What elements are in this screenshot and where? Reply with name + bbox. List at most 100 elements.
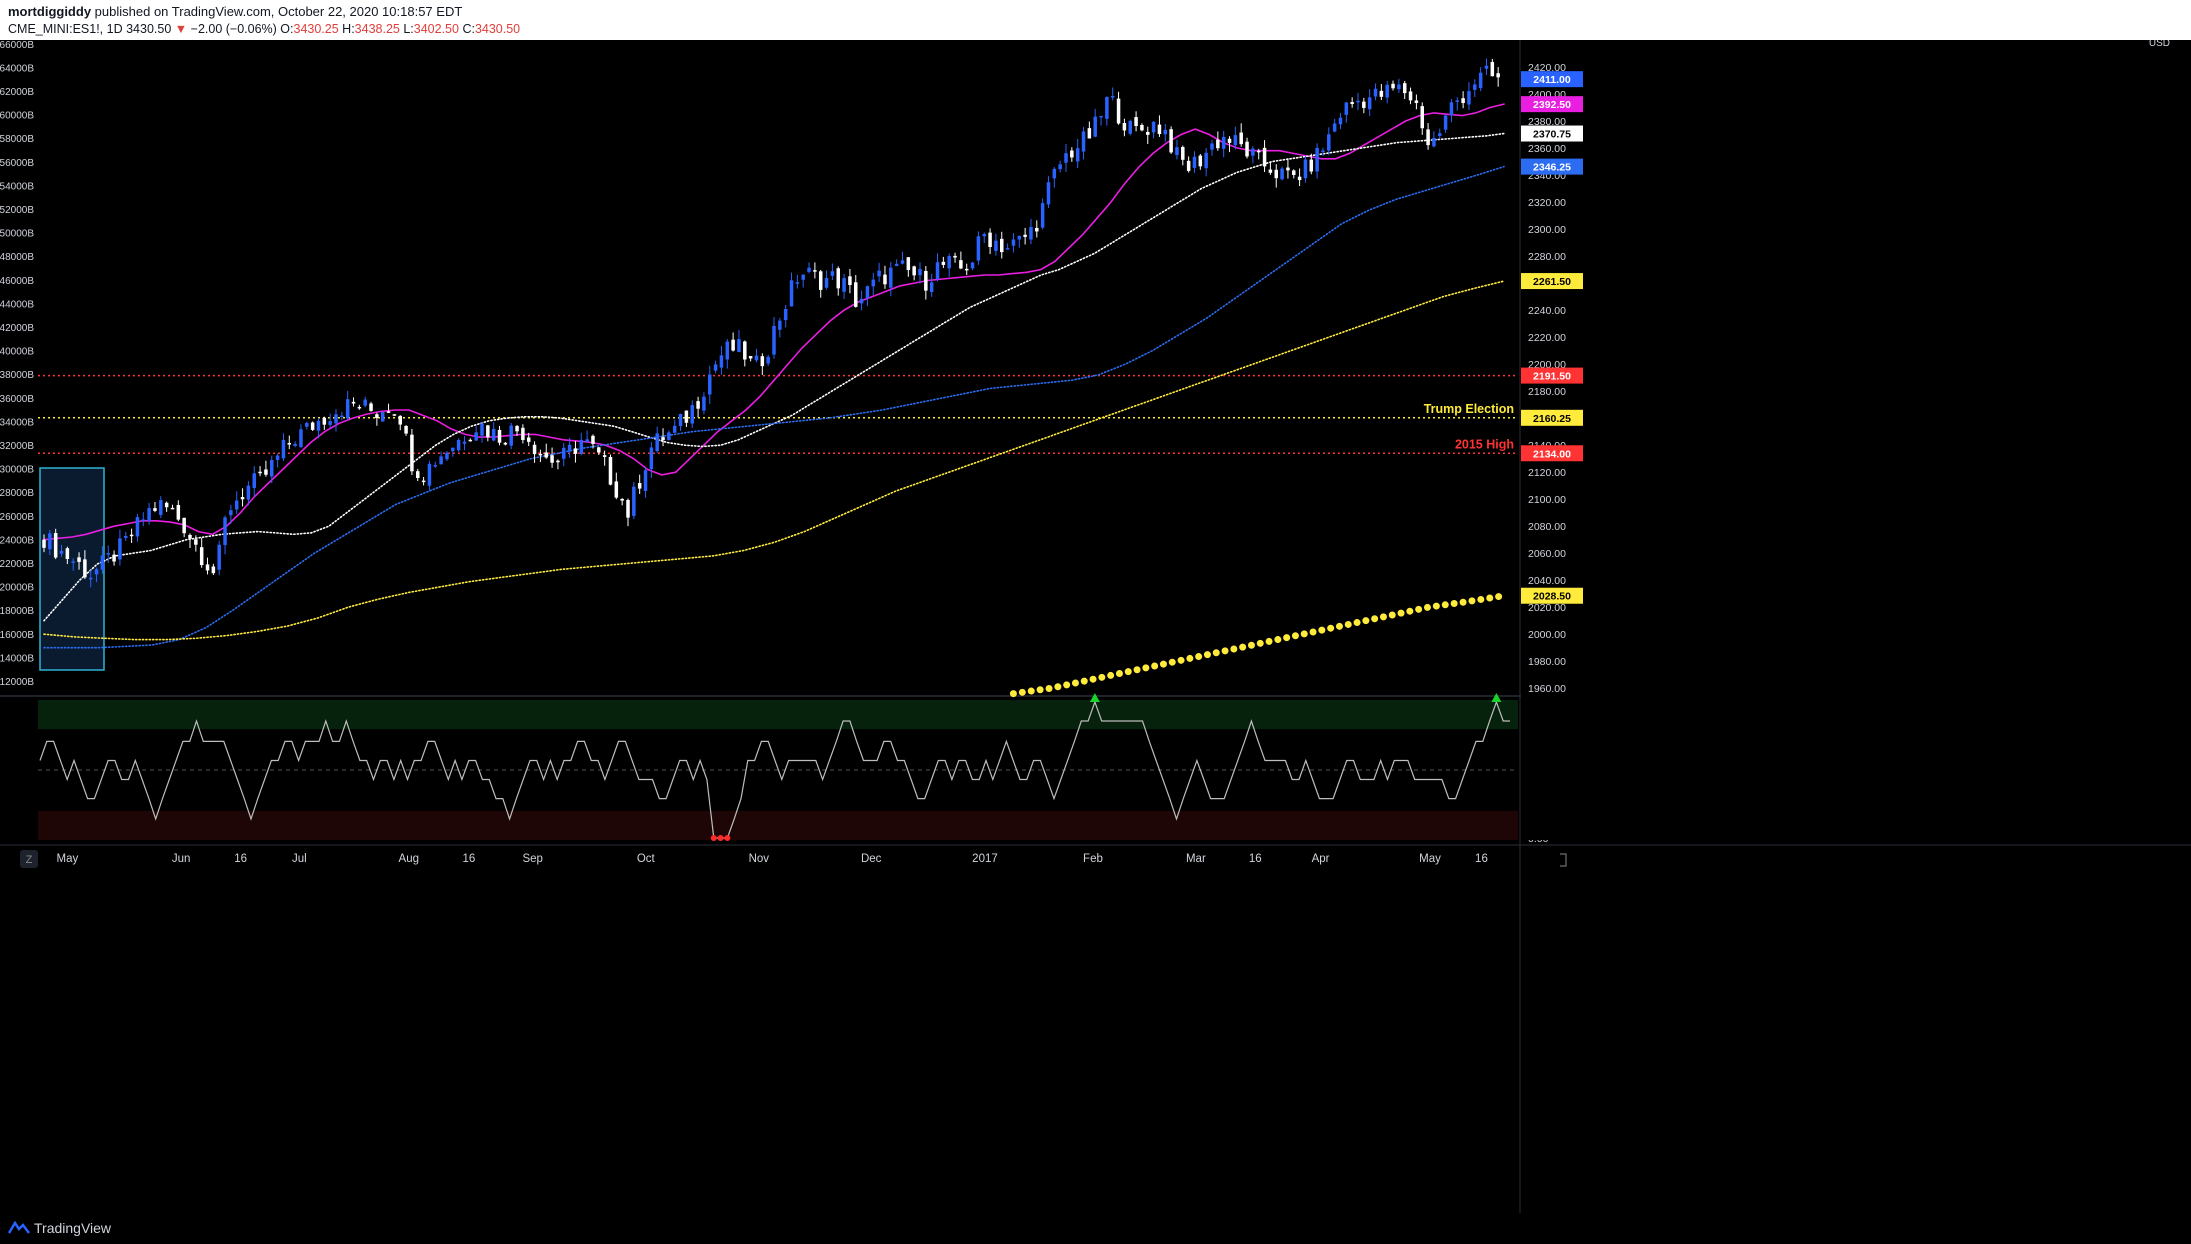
candle-body (1040, 203, 1045, 228)
candle-body (240, 497, 245, 500)
candle-body (1105, 97, 1109, 119)
volume-tick-label: 14000B (0, 653, 34, 664)
candle-body (439, 456, 443, 465)
candle-body (608, 456, 613, 485)
candle-body (1216, 139, 1220, 149)
candle-body (199, 547, 204, 566)
time-tick-label: Nov (749, 853, 770, 865)
time-tick-label: May (1419, 853, 1441, 865)
candle-body (579, 439, 584, 454)
candle-body (1332, 123, 1337, 132)
candle-body (871, 279, 876, 287)
chart-header: mortdiggiddy published on TradingView.co… (0, 0, 2191, 40)
candle-body (1268, 169, 1273, 173)
candle-body (731, 339, 735, 351)
candle-body (305, 422, 309, 427)
candle-body (900, 260, 905, 264)
candle-body (1408, 91, 1413, 101)
candle-body (445, 452, 449, 460)
candle-body (1367, 97, 1372, 110)
candle-body (976, 236, 981, 261)
candle-body (1251, 148, 1255, 156)
volume-tick-label: 26000B (0, 512, 34, 523)
candle-body (725, 341, 730, 360)
author-name[interactable]: mortdiggiddy (8, 4, 91, 19)
candle-body (88, 577, 93, 580)
candle-body (153, 508, 157, 511)
candle-body (1391, 83, 1395, 89)
time-tick-label: Apr (1312, 853, 1330, 865)
brand-name[interactable]: TradingView (34, 1220, 111, 1236)
candle-body (270, 460, 274, 477)
candle-body (1315, 147, 1319, 172)
candle-body (1455, 100, 1460, 102)
price-tick-label: 1960.00 (1528, 683, 1566, 695)
price-axis[interactable]: USD 1960.00 1980.00 2000.00 2020.00 2040.00 20… (1521, 40, 2191, 840)
volume-tick-label: 66000B (0, 40, 34, 51)
candle-body (170, 507, 175, 510)
candle-body (369, 403, 373, 411)
candle-body (1350, 102, 1354, 104)
candle-body (778, 320, 782, 330)
footer-bar: TradingView (0, 1213, 2191, 1244)
candle-body (667, 432, 671, 441)
candle-body (94, 569, 99, 575)
candle-body (246, 485, 251, 500)
candle-body (748, 355, 753, 359)
time-tick-label: May (57, 853, 79, 865)
price-label-text: 2160.25 (1533, 413, 1571, 425)
time-tick-label: Oct (637, 853, 656, 865)
candle-body (42, 539, 46, 548)
candle-body (964, 268, 969, 271)
price-tick-label: 2000.00 (1528, 629, 1566, 641)
candle-body (702, 396, 706, 411)
candle-body (1175, 147, 1179, 156)
candle-body (614, 481, 619, 498)
time-tick-label: 16 (1475, 853, 1488, 865)
candle-body (842, 278, 846, 292)
candle-body (883, 274, 887, 285)
candle-body (1157, 124, 1162, 135)
candle-body (1484, 65, 1489, 69)
candle-body (159, 500, 163, 515)
volume-tick-label: 52000B (0, 205, 34, 216)
candle-body (363, 399, 367, 406)
candle-body (783, 308, 788, 321)
candle-body (807, 267, 811, 272)
candle-body (1309, 159, 1314, 172)
candle-body (859, 298, 864, 304)
candle-body (328, 421, 332, 425)
candle-body (124, 535, 128, 538)
candle-body (217, 544, 221, 570)
candle-body (1385, 84, 1389, 98)
candle-body (194, 539, 198, 545)
candle-body (357, 406, 362, 409)
candle-body (544, 452, 548, 458)
candle-body (497, 429, 502, 443)
last-price: 3430.50 (126, 22, 172, 36)
open-value: 3430.25 (293, 22, 339, 36)
symbol-label[interactable]: CME_MINI:ES1!, 1D (8, 22, 123, 36)
price-tick-label: 2060.00 (1528, 548, 1566, 560)
open-label: O: (280, 22, 294, 36)
candle-body (1169, 129, 1173, 153)
price-chart-area[interactable]: 12000B 14000B 16000B 18000B 20000B 22000B 2400… (0, 40, 2191, 1213)
volume-tick-label: 28000B (0, 488, 34, 499)
high-value: 3438.25 (354, 22, 400, 36)
price-tick-label: 2300.00 (1528, 224, 1566, 236)
candle-body (1035, 227, 1039, 232)
volume-tick-label: 46000B (0, 276, 34, 287)
candle-body (182, 517, 186, 534)
candle-body (1379, 90, 1384, 97)
low-signal-marker (710, 835, 717, 841)
candle-body (486, 425, 490, 438)
candle-body (813, 270, 817, 272)
candle-body (929, 282, 934, 292)
volume-tick-label: 38000B (0, 370, 34, 381)
candle-body (597, 447, 601, 453)
price-tick-label: 2120.00 (1528, 467, 1566, 479)
volume-tick-label: 18000B (0, 606, 34, 617)
candle-body (1262, 147, 1267, 167)
volume-tick-label: 30000B (0, 465, 34, 476)
candle-body (299, 429, 303, 448)
